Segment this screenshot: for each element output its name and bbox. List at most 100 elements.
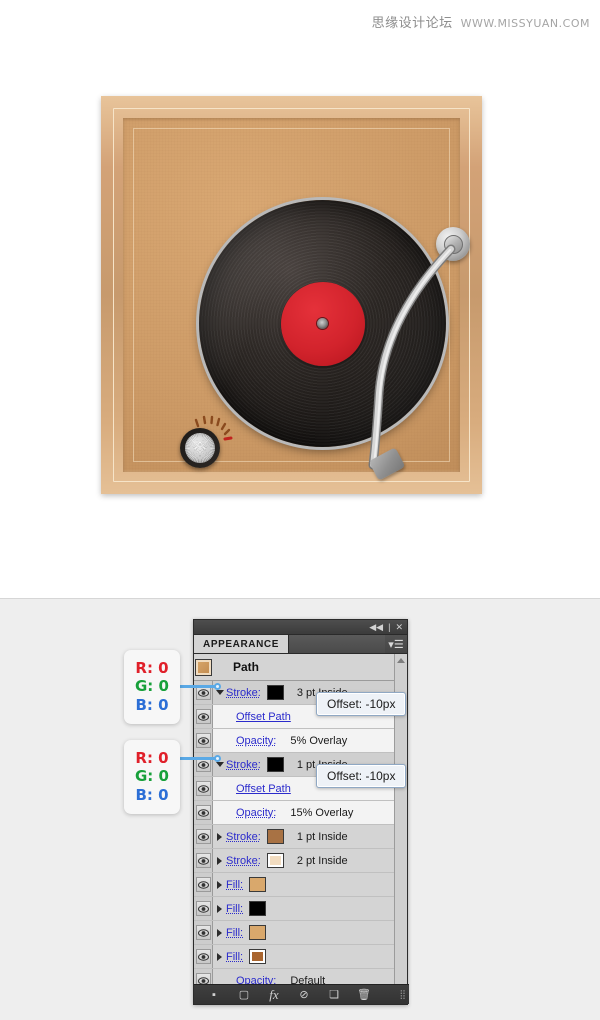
add-new-fill-button[interactable]: ▢ [229, 985, 259, 1005]
disclosure-fill-brown[interactable] [213, 952, 226, 961]
control-knob[interactable] [180, 428, 220, 468]
appearance-row-opacity-15[interactable]: Opacity: 15% Overlay [194, 801, 407, 825]
callout-red-value: R: 0 [135, 749, 169, 768]
property-label-fill-tan-2[interactable]: Fill: [226, 927, 243, 939]
disclosure-stroke-2pt-cream[interactable] [213, 856, 226, 865]
property-label-stroke-1pt-black[interactable]: Stroke: [226, 759, 261, 771]
appearance-row-stroke-1pt-brown[interactable]: Stroke: 1 pt Inside [194, 825, 407, 849]
appearance-row-fill-brown[interactable]: Fill: [194, 945, 407, 969]
eye-icon [195, 709, 211, 724]
appearance-target-row[interactable]: Path [194, 654, 407, 681]
callout-connector-1 [180, 685, 218, 688]
color-swatch-stroke-2pt-cream[interactable] [266, 853, 284, 868]
visibility-toggle-stroke-1pt-brown[interactable] [194, 825, 213, 848]
visibility-toggle-fill-black[interactable] [194, 897, 213, 920]
scroll-up-arrow[interactable] [395, 654, 408, 667]
chevron-right-icon [217, 904, 222, 913]
appearance-row-opacity-5[interactable]: Opacity: 5% Overlay [194, 729, 407, 753]
tonearm-pivot [436, 227, 470, 261]
rgb-callout-2: R: 0 G: 0 B: 0 [124, 740, 180, 814]
visibility-toggle-stroke-2pt-cream[interactable] [194, 849, 213, 872]
delete-item-button[interactable]: 🗑 [349, 985, 379, 1005]
titlebar-buttons: ◀◀ | ✕ [369, 621, 403, 633]
panel-titlebar[interactable]: ◀◀ | ✕ [194, 620, 407, 635]
visibility-toggle-fill-tan-1[interactable] [194, 873, 213, 896]
color-swatch-stroke-1pt-black[interactable] [266, 757, 284, 772]
color-swatch-fill-black[interactable] [249, 901, 267, 916]
knob-face [185, 433, 215, 463]
visibility-toggle-opacity-5[interactable] [194, 729, 213, 752]
visibility-toggle-offset-path-1[interactable] [194, 705, 213, 728]
turntable-board [123, 118, 470, 481]
collapse-icon[interactable]: ◀◀ [369, 621, 383, 633]
spindle-hole [317, 318, 328, 329]
appearance-row-fill-black[interactable]: Fill: [194, 897, 407, 921]
offset-tooltip-1: Offset: -10px [316, 692, 407, 716]
property-value-stroke-2pt-cream: 2 pt Inside [296, 854, 348, 867]
eye-icon [195, 805, 211, 820]
disclosure-stroke-3pt[interactable] [213, 690, 226, 695]
property-label-opacity-15[interactable]: Opacity: [236, 807, 276, 819]
path-thumbnail-cell [194, 658, 213, 676]
property-label-stroke-1pt-brown[interactable]: Stroke: [226, 831, 261, 843]
callout-blue-value: B: 0 [135, 695, 169, 714]
property-label-fill-brown[interactable]: Fill: [226, 951, 243, 963]
property-label-fill-tan-1[interactable]: Fill: [226, 879, 243, 891]
property-label-opacity-5[interactable]: Opacity: [236, 735, 276, 747]
visibility-toggle-offset-path-2[interactable] [194, 777, 213, 800]
property-label-offset-path-1[interactable]: Offset Path [236, 711, 291, 723]
disclosure-fill-tan-2[interactable] [213, 928, 226, 937]
panel-footer-toolbar: ▪ ▢ fx ⊘ ❏ 🗑 ⣿ [194, 984, 409, 1004]
property-value-stroke-1pt-brown: 1 pt Inside [296, 830, 348, 843]
eye-icon [195, 949, 211, 964]
chevron-down-icon [215, 690, 224, 695]
property-label-offset-path-2[interactable]: Offset Path [236, 783, 291, 795]
disclosure-stroke-1pt-brown[interactable] [213, 832, 226, 841]
eye-icon [195, 829, 211, 844]
close-icon[interactable]: ✕ [395, 621, 403, 633]
color-swatch-fill-tan-2[interactable] [249, 925, 267, 940]
disclosure-fill-black[interactable] [213, 904, 226, 913]
panel-menu-icon[interactable]: ▾☰ [385, 635, 407, 653]
eye-icon [195, 877, 211, 892]
record-center-label [280, 281, 365, 366]
color-swatch-stroke-3pt[interactable] [266, 685, 284, 700]
visibility-toggle-fill-brown[interactable] [194, 945, 213, 968]
appearance-panel: ◀◀ | ✕ APPEARANCE ▾☰ Path Stroke:3 pt In… [193, 619, 409, 1005]
illustration-section: 思缘设计论坛 WWW.MISSYUAN.COM [0, 0, 600, 598]
callout-green-value: G: 0 [135, 767, 169, 786]
property-label-fill-black[interactable]: Fill: [226, 903, 243, 915]
disclosure-stroke-1pt-black[interactable] [213, 762, 226, 767]
resize-grip[interactable]: ⣿ [399, 989, 406, 1000]
color-swatch-fill-tan-1[interactable] [249, 877, 267, 892]
duplicate-item-button[interactable]: ❏ [319, 985, 349, 1005]
panel-tabbar: APPEARANCE ▾☰ [194, 635, 407, 654]
watermark-url: WWW.MISSYUAN.COM [460, 17, 590, 30]
color-swatch-fill-brown[interactable] [249, 949, 267, 964]
watermark: 思缘设计论坛 WWW.MISSYUAN.COM [372, 12, 590, 31]
offset-tooltip-2: Offset: -10px [316, 764, 407, 788]
tonearm-pivot-inner [443, 234, 463, 254]
callout-blue-value: B: 0 [135, 785, 169, 804]
chevron-right-icon [217, 880, 222, 889]
color-swatch-stroke-1pt-brown[interactable] [266, 829, 284, 844]
property-value-opacity-15: 15% Overlay [290, 806, 354, 819]
add-new-stroke-button[interactable]: ▪ [199, 985, 229, 1005]
callout-connector-dot-1 [214, 683, 221, 690]
appearance-row-stroke-2pt-cream[interactable]: Stroke: 2 pt Inside [194, 849, 407, 873]
path-thumbnail [195, 658, 212, 676]
tab-appearance[interactable]: APPEARANCE [194, 635, 290, 653]
path-label: Path [233, 660, 260, 674]
eye-icon [195, 853, 211, 868]
property-label-stroke-2pt-cream[interactable]: Stroke: [226, 855, 261, 867]
visibility-toggle-fill-tan-2[interactable] [194, 921, 213, 944]
appearance-row-fill-tan-1[interactable]: Fill: [194, 873, 407, 897]
add-new-effect-button[interactable]: fx [259, 985, 289, 1005]
property-label-stroke-3pt[interactable]: Stroke: [226, 687, 261, 699]
clear-appearance-button[interactable]: ⊘ [289, 985, 319, 1005]
titlebar-separator: | [388, 622, 391, 632]
visibility-toggle-opacity-15[interactable] [194, 801, 213, 824]
chevron-right-icon [217, 928, 222, 937]
appearance-row-fill-tan-2[interactable]: Fill: [194, 921, 407, 945]
disclosure-fill-tan-1[interactable] [213, 880, 226, 889]
